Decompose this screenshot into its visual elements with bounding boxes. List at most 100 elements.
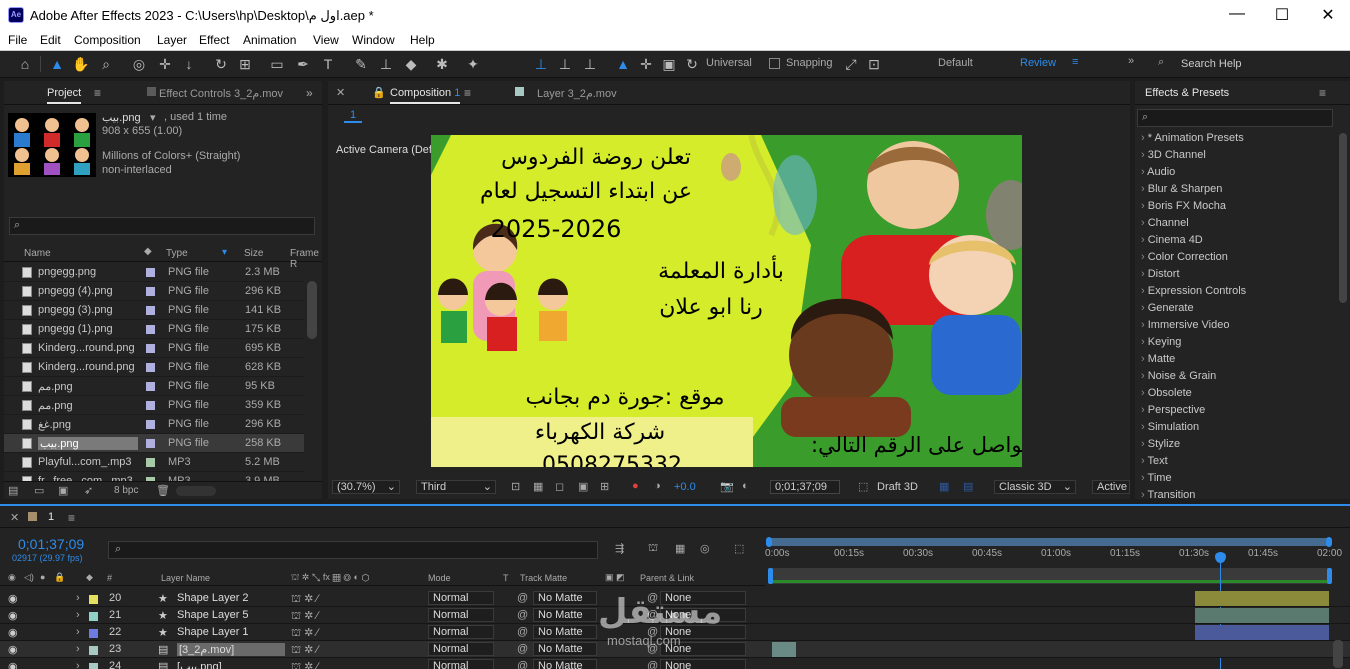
- render-icon[interactable]: ➶: [84, 484, 93, 497]
- exposure-value[interactable]: +0.0: [674, 481, 696, 493]
- effect-category-item[interactable]: › Generate: [1141, 302, 1194, 314]
- ground-plane-icon[interactable]: ▦: [939, 480, 949, 493]
- label-swatch[interactable]: [146, 399, 155, 411]
- tab-effect-controls[interactable]: Effect Controls 3_2م.mov: [159, 87, 283, 100]
- label-swatch[interactable]: [146, 437, 155, 449]
- pan-tool-icon[interactable]: ✛: [156, 55, 174, 73]
- label-swatch[interactable]: [146, 342, 155, 354]
- layer-name[interactable]: [بيب.png]: [177, 660, 222, 669]
- label-tag-icon[interactable]: ◆: [86, 572, 93, 583]
- effect-category-item[interactable]: › Stylize: [1141, 438, 1180, 450]
- sort-arrow-icon[interactable]: ▾: [222, 247, 227, 258]
- project-file-row[interactable]: مم.png PNG file 95 KB: [4, 377, 304, 396]
- composition-frame[interactable]: تعلن روضة الفردوس عن ابتداء التسجيل لعام…: [431, 135, 1022, 467]
- matte-link-icon[interactable]: @: [517, 592, 528, 604]
- label-swatch[interactable]: [146, 323, 155, 335]
- project-file-row[interactable]: غغ.png PNG file 296 KB: [4, 415, 304, 434]
- layer-switches-icon[interactable]: ⛫ ✲ ∕: [291, 626, 318, 641]
- label-swatch[interactable]: [146, 456, 155, 468]
- interpret-footage-icon[interactable]: ▤: [8, 484, 18, 497]
- eye-icon[interactable]: ◉: [8, 592, 18, 605]
- effect-category-item[interactable]: › Transition: [1141, 489, 1195, 501]
- lock-icon[interactable]: 🔒: [54, 572, 65, 583]
- thumbnail-size-slider[interactable]: [176, 486, 216, 496]
- parent-pickwhip-icon[interactable]: @: [647, 660, 658, 669]
- effect-category-item[interactable]: › Immersive Video: [1141, 319, 1229, 331]
- layer-duration-bar[interactable]: [1195, 591, 1329, 606]
- comp-flowchart-icon[interactable]: ⇶: [615, 542, 624, 555]
- chevron-right-icon[interactable]: ›: [76, 660, 80, 669]
- view-axis-icon[interactable]: ⊥: [581, 55, 599, 73]
- lock-icon[interactable]: 🔒: [372, 86, 386, 99]
- mask-visibility-icon[interactable]: ◻: [555, 480, 564, 493]
- layer-switches-icon[interactable]: ⛫ ✲ ∕: [291, 609, 318, 624]
- layer-switches-icon[interactable]: ⛫ ✲ ∕: [291, 660, 318, 669]
- parent-dropdown[interactable]: None: [660, 659, 746, 669]
- layer-duration-bar[interactable]: [1195, 625, 1329, 640]
- chevron-right-icon[interactable]: ›: [76, 609, 80, 621]
- effects-search-input[interactable]: ⌕: [1137, 109, 1333, 127]
- pointer-icon[interactable]: ▲: [614, 55, 632, 73]
- workspace-default[interactable]: Default: [938, 57, 973, 69]
- fast-previews-icon[interactable]: ⊡: [511, 480, 520, 493]
- project-file-row[interactable]: pngegg.png PNG file 2.3 MB: [4, 263, 304, 282]
- minimize-button[interactable]: —: [1227, 5, 1247, 23]
- extended-viewer-icon[interactable]: ▤: [963, 480, 973, 493]
- track-matte-dropdown[interactable]: No Matte: [533, 608, 597, 622]
- effect-category-item[interactable]: › Keying: [1141, 336, 1181, 348]
- type-tool-icon[interactable]: T: [319, 55, 337, 73]
- draft-3d-icon[interactable]: ⬚: [858, 480, 868, 493]
- effect-category-item[interactable]: › Time: [1141, 472, 1172, 484]
- track-matte-dropdown[interactable]: No Matte: [533, 625, 597, 639]
- label-tag-icon[interactable]: ◆: [144, 246, 152, 257]
- navigator-start-handle[interactable]: [768, 568, 773, 584]
- chevron-right-icon[interactable]: ›: [76, 626, 80, 638]
- label-swatch[interactable]: [146, 361, 155, 373]
- layer-label-swatch[interactable]: [89, 661, 98, 669]
- matte-link-icon[interactable]: @: [517, 626, 528, 638]
- reset-exposure-icon[interactable]: ◑: [654, 480, 661, 492]
- tab-project[interactable]: Project: [47, 87, 82, 104]
- project-file-row[interactable]: Kinderg...round.png PNG file 695 KB: [4, 339, 304, 358]
- hand-tool-icon[interactable]: ✋: [72, 55, 90, 73]
- scale-icon[interactable]: ▣: [660, 55, 678, 73]
- composition-menu-icon[interactable]: ≡: [464, 86, 471, 100]
- audio-icon[interactable]: ◁): [24, 572, 34, 583]
- close-tab-icon[interactable]: ✕: [336, 86, 345, 99]
- maximize-button[interactable]: ☐: [1272, 5, 1292, 25]
- effect-category-item[interactable]: › Audio: [1141, 166, 1175, 178]
- matte-link-icon[interactable]: @: [517, 643, 528, 655]
- effect-category-item[interactable]: › Color Correction: [1141, 251, 1228, 263]
- project-menu-icon[interactable]: ≡: [94, 86, 101, 100]
- layer-name[interactable]: Shape Layer 2: [177, 592, 249, 604]
- label-swatch[interactable]: [146, 266, 155, 278]
- frame-blending-icon[interactable]: ▦: [675, 542, 685, 555]
- project-file-row[interactable]: pngegg (3).png PNG file 141 KB: [4, 301, 304, 320]
- selection-tool-icon[interactable]: ▲: [48, 55, 66, 73]
- close-button[interactable]: ✕: [1318, 5, 1338, 25]
- chevron-right-icon[interactable]: ›: [76, 592, 80, 604]
- search-help-input[interactable]: Search Help: [1181, 58, 1242, 70]
- renderer-dropdown[interactable]: Classic 3D ⌄: [994, 480, 1076, 494]
- expand-panels-icon[interactable]: »: [306, 86, 313, 100]
- tab-composition[interactable]: Composition 1: [390, 87, 461, 104]
- project-file-row[interactable]: pngegg (1).png PNG file 175 KB: [4, 320, 304, 339]
- menu-window[interactable]: Window: [352, 33, 395, 47]
- eye-icon[interactable]: ◉: [8, 609, 18, 622]
- rotate-tool-icon[interactable]: ↻: [212, 55, 230, 73]
- move-icon[interactable]: ✛: [637, 55, 655, 73]
- effect-category-item[interactable]: › Obsolete: [1141, 387, 1192, 399]
- blend-mode-dropdown[interactable]: Normal: [428, 659, 494, 669]
- home-icon[interactable]: ⌂: [16, 55, 34, 73]
- resolution-dropdown[interactable]: Third ⌄: [416, 480, 496, 494]
- matte-link-icon[interactable]: @: [517, 609, 528, 621]
- list-scrollbar[interactable]: [307, 281, 317, 339]
- menu-help[interactable]: Help: [410, 33, 435, 47]
- column-track-matte[interactable]: Track Matte: [520, 573, 567, 583]
- project-file-row[interactable]: Playful...com_.mp3 MP3 5.2 MB: [4, 453, 304, 472]
- eye-icon[interactable]: ◉: [8, 626, 18, 639]
- world-axis-icon[interactable]: ⊥: [556, 55, 574, 73]
- timeline-timecode[interactable]: 0;01;37;09: [18, 536, 84, 552]
- blend-mode-dropdown[interactable]: Normal: [428, 642, 494, 656]
- layer-name[interactable]: Shape Layer 1: [177, 626, 249, 638]
